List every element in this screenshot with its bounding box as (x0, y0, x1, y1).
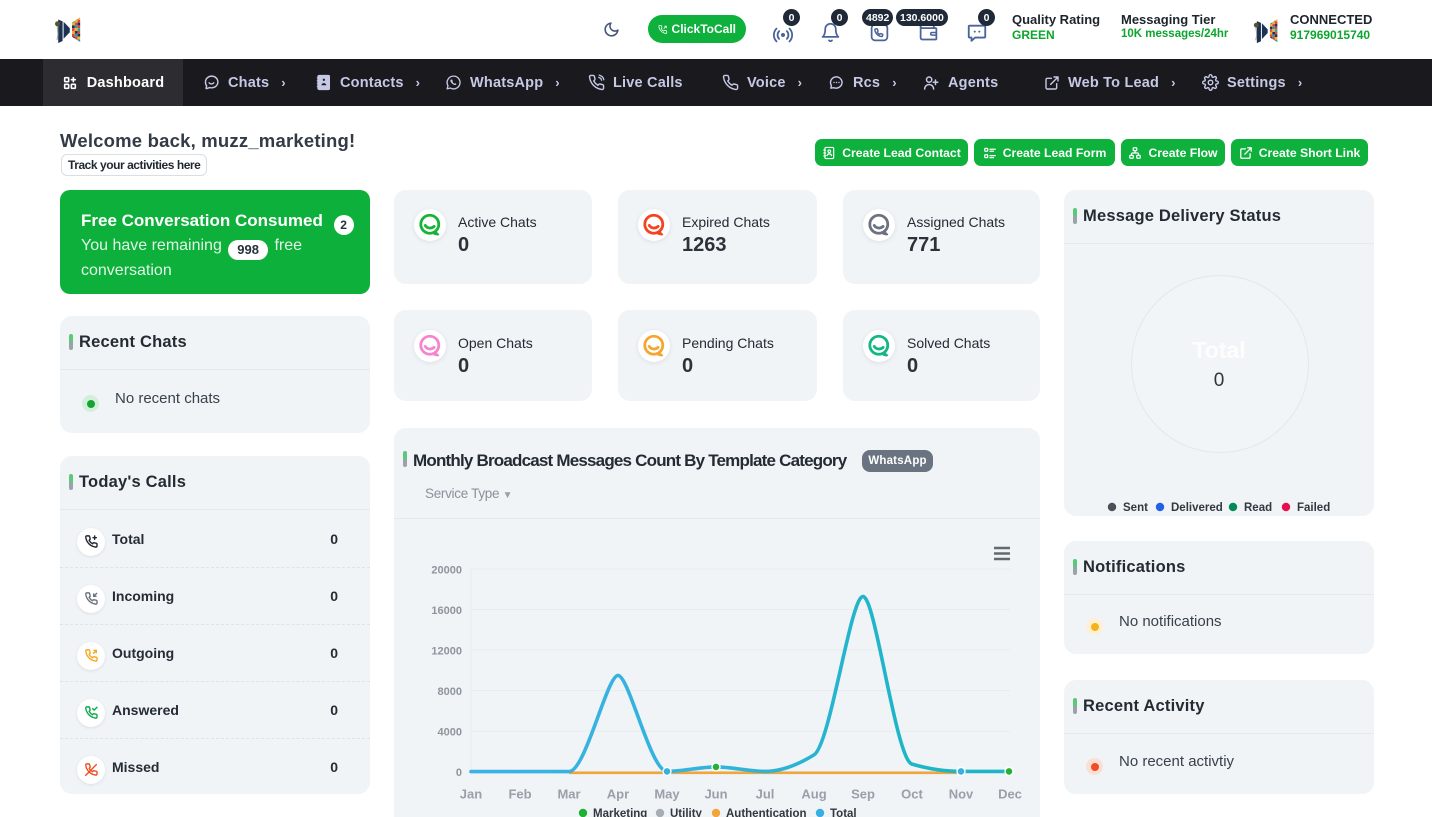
svg-text:0: 0 (456, 767, 462, 779)
svg-text:Jan: Jan (460, 787, 482, 802)
svg-text:Total: Total (830, 808, 857, 817)
svg-text:Aug: Aug (801, 787, 826, 802)
svg-text:Failed: Failed (1297, 502, 1330, 514)
svg-text:Marketing: Marketing (593, 808, 647, 817)
svg-text:Mar: Mar (557, 787, 580, 802)
svg-text:Dec: Dec (998, 787, 1022, 802)
svg-text:Jun: Jun (704, 787, 727, 802)
svg-text:Apr: Apr (607, 787, 629, 802)
svg-text:May: May (654, 787, 680, 802)
svg-text:Read: Read (1244, 502, 1272, 514)
svg-text:Utility: Utility (670, 808, 703, 817)
svg-text:Nov: Nov (949, 787, 974, 802)
svg-text:8000: 8000 (438, 686, 462, 698)
svg-text:Sep: Sep (851, 787, 875, 802)
svg-text:16000: 16000 (431, 605, 462, 617)
svg-text:4000: 4000 (438, 727, 462, 739)
svg-text:Authentication: Authentication (726, 808, 807, 817)
svg-text:Jul: Jul (756, 787, 775, 802)
svg-text:20000: 20000 (431, 565, 462, 577)
svg-text:Delivered: Delivered (1171, 502, 1223, 514)
svg-text:12000: 12000 (431, 646, 462, 658)
svg-text:Sent: Sent (1123, 502, 1148, 514)
svg-text:Feb: Feb (508, 787, 531, 802)
svg-text:Oct: Oct (901, 787, 923, 802)
